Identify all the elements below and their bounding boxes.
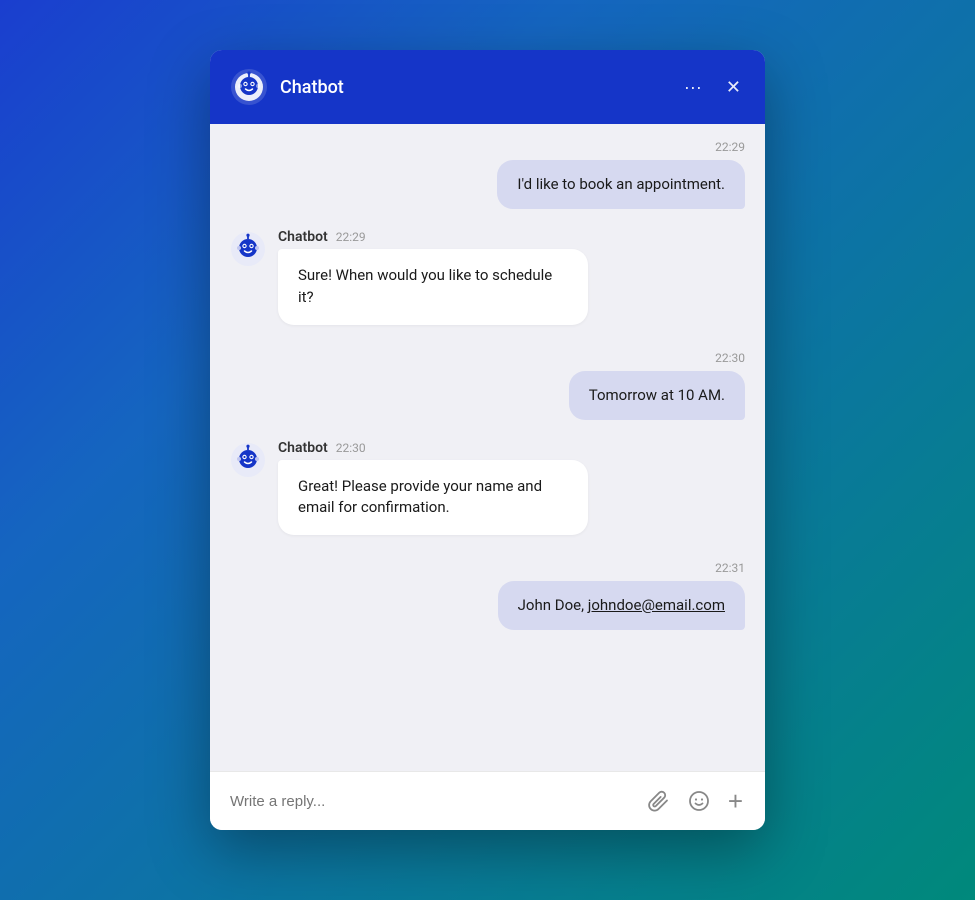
- timestamp-3: 22:31: [230, 561, 745, 575]
- header-left: Chatbot: [230, 68, 344, 106]
- chat-header: Chatbot ··· ✕: [210, 50, 765, 124]
- bot-time-2: 22:30: [336, 441, 366, 455]
- bot-avatar-small-2-icon: [230, 442, 266, 478]
- chat-title: Chatbot: [280, 77, 344, 98]
- bot-message-1: Chatbot 22:29 Sure! When would you like …: [230, 229, 745, 325]
- user-bubble-1: I'd like to book an appointment.: [497, 160, 745, 209]
- chat-input-area: +: [210, 771, 765, 830]
- bot-avatar-small-icon: [230, 231, 266, 267]
- paperclip-icon: [648, 790, 670, 812]
- more-button[interactable]: ···: [680, 76, 706, 98]
- user-bubble-3: John Doe, johndoe@email.com: [498, 581, 745, 630]
- bot-bubble-2: Great! Please provide your name and emai…: [278, 460, 588, 536]
- bot-message-2-content: Chatbot 22:30 Great! Please provide your…: [278, 440, 588, 536]
- chat-window: Chatbot ··· ✕ 22:29 I'd like to book an …: [210, 50, 765, 830]
- user-bubble-2: Tomorrow at 10 AM.: [569, 371, 745, 420]
- add-button[interactable]: +: [726, 786, 745, 816]
- bot-message-1-content: Chatbot 22:29 Sure! When would you like …: [278, 229, 588, 325]
- emoji-icon: [688, 790, 710, 812]
- bot-message-2: Chatbot 22:30 Great! Please provide your…: [230, 440, 745, 536]
- add-icon: +: [728, 788, 743, 814]
- bot-name-1: Chatbot: [278, 229, 328, 245]
- bot-time-1: 22:29: [336, 230, 366, 244]
- close-button[interactable]: ✕: [722, 76, 745, 98]
- bot-bubble-1: Sure! When would you like to schedule it…: [278, 249, 588, 325]
- timestamp-2: 22:30: [230, 351, 745, 365]
- chat-messages: 22:29 I'd like to book an appointment.: [210, 124, 765, 771]
- bot-name-2: Chatbot: [278, 440, 328, 456]
- header-actions: ··· ✕: [680, 76, 745, 98]
- reply-input[interactable]: [230, 793, 632, 810]
- email-link: johndoe@email.com: [588, 596, 725, 614]
- bot-avatar-icon: [230, 68, 268, 106]
- emoji-button[interactable]: [686, 788, 712, 814]
- attach-button[interactable]: [646, 788, 672, 814]
- timestamp-1: 22:29: [230, 140, 745, 154]
